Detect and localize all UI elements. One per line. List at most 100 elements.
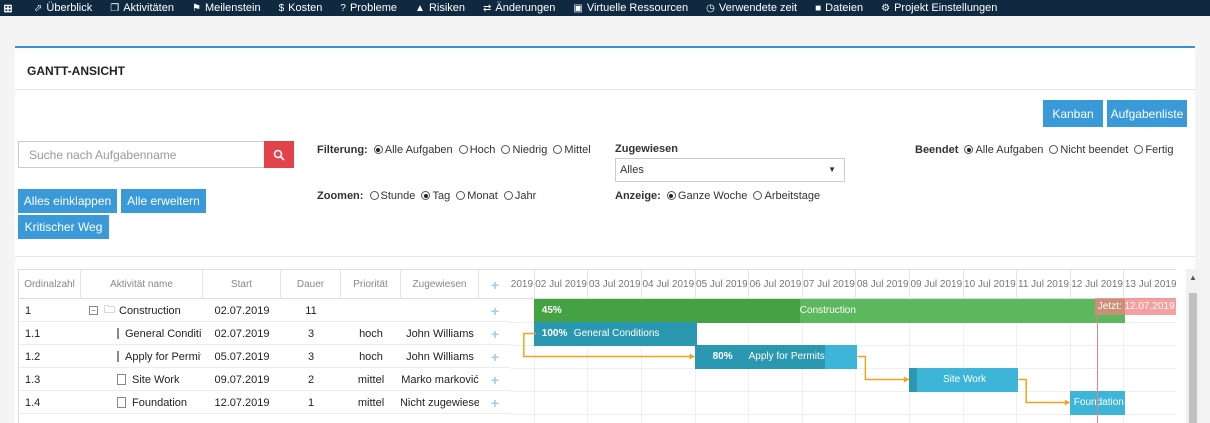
nav-item-problems[interactable]: ? Probleme xyxy=(340,2,397,14)
cell-priority xyxy=(341,299,401,322)
search-button[interactable] xyxy=(264,141,294,168)
add-task-header[interactable]: + xyxy=(479,270,511,299)
nav-item-used-time[interactable]: ◷ Verwendete zeit xyxy=(706,2,797,14)
done-group: Beendet Alle Aufgaben Nicht beendet Fert… xyxy=(915,144,1174,156)
cell-priority: mittel xyxy=(357,396,385,409)
radio-label: Alle Aufgaben xyxy=(975,144,1044,156)
cell-name[interactable]: Foundation xyxy=(117,391,201,414)
table-row[interactable]: 1.4 Foundation 12.07.2019 1 mittel Nicht zuge… xyxy=(19,391,511,414)
link-arrow xyxy=(904,376,909,383)
nav-item-activities[interactable]: ❐ Aktivitäten xyxy=(110,2,174,14)
nav-item-overview[interactable]: ⬀ Überblick xyxy=(34,2,92,14)
zoom-radio-hour[interactable] xyxy=(369,191,379,200)
col-header-number[interactable]: Ordinalzahl xyxy=(19,270,81,299)
filter-radio-all[interactable] xyxy=(373,145,383,154)
filter-group: Filterung: Alle Aufgaben Hoch Niedrig Mi… xyxy=(317,144,591,156)
table-row[interactable]: 1.1 General Conditic 02.07.2019 3 hoch John W… xyxy=(19,322,511,345)
nav-item-files[interactable]: ■ Dateien xyxy=(815,2,863,14)
cell-duration: 11 xyxy=(305,304,317,317)
cell-name[interactable]: Site Work xyxy=(117,368,201,391)
done-radio-all[interactable] xyxy=(964,145,974,154)
radio-label: Hoch xyxy=(469,144,496,156)
zoom-group: Zoomen: Stunde Tag Monat Jahr xyxy=(317,190,536,202)
nav-item-costs[interactable]: $ Kosten xyxy=(279,2,323,14)
zoom-radio-day[interactable] xyxy=(421,191,431,200)
filter-radio-high[interactable] xyxy=(458,145,468,154)
cell-start: 09.07.2019 xyxy=(214,373,270,386)
kanban-button[interactable]: Kanban xyxy=(1043,100,1103,127)
collapse-all-button[interactable]: Alles einklappen xyxy=(18,189,117,213)
zoom-radio-year[interactable] xyxy=(503,191,513,200)
cell-start: 02.07.2019 xyxy=(214,327,270,340)
plus-icon: + xyxy=(490,325,500,342)
cell-start: 05.07.2019 xyxy=(214,350,270,363)
radio-label: Monat xyxy=(467,190,498,202)
divider xyxy=(15,256,1195,257)
cell-name[interactable]: General Conditic xyxy=(117,322,201,345)
table-row[interactable]: 1.3 Site Work 09.07.2019 2 mittel Marko marko… xyxy=(19,368,511,391)
add-subtask-button[interactable]: + xyxy=(479,345,511,368)
folder-icon: 🗀 xyxy=(104,304,115,316)
radio-label: Jahr xyxy=(514,190,537,202)
task-name: Foundation xyxy=(132,396,188,409)
add-subtask-button[interactable]: + xyxy=(479,322,511,345)
col-header-name[interactable]: Aktivität name xyxy=(81,270,203,299)
cell-number: 1.2 xyxy=(25,350,41,363)
nav-item-label: Kosten xyxy=(288,2,323,14)
add-subtask-button[interactable]: + xyxy=(479,299,511,322)
flag-icon: ⚑ xyxy=(191,2,201,14)
nav-item-risks[interactable]: ▲ Risiken xyxy=(415,2,465,14)
add-subtask-button[interactable]: + xyxy=(479,391,511,414)
search-input[interactable]: Suche nach Aufgabenname xyxy=(18,141,264,168)
question-circle-icon: ? xyxy=(340,2,346,14)
zoom-radio-month[interactable] xyxy=(456,191,466,200)
search-icon xyxy=(273,149,285,161)
filter-radio-medium[interactable] xyxy=(553,145,563,154)
expand-all-button[interactable]: Alle erweitern xyxy=(121,189,206,213)
nav-item-project-settings[interactable]: ⚙ Projekt Einstellungen xyxy=(881,2,997,14)
done-radio-not-done[interactable] xyxy=(1049,145,1059,154)
nav-item-milestone[interactable]: ⚑ Meilenstein xyxy=(192,2,261,14)
col-header-start[interactable]: Start xyxy=(203,270,281,299)
cell-name[interactable]: − 🗀 Construction xyxy=(89,299,201,322)
plus-icon: + xyxy=(490,302,500,319)
cell-duration: 1 xyxy=(307,396,315,409)
cell-priority: mittel xyxy=(357,373,385,386)
col-header-assignee[interactable]: Zugewiesen xyxy=(401,270,479,299)
file-icon xyxy=(117,397,126,408)
done-radio-done[interactable] xyxy=(1134,145,1144,154)
add-subtask-button[interactable]: + xyxy=(479,368,511,391)
assigned-select[interactable]: Alles ▼ xyxy=(615,158,845,182)
divider xyxy=(15,89,1195,90)
radio-label: Ganze Woche xyxy=(677,190,748,202)
page-title: GANTT-ANSICHT xyxy=(27,64,125,78)
scroll-up-icon[interactable]: ▲ xyxy=(1189,273,1197,282)
dependency-links xyxy=(523,332,1070,406)
table-row[interactable]: 1 − 🗀 Construction 02.07.2019 11 + xyxy=(19,299,511,322)
cell-name[interactable]: Apply for Permit xyxy=(117,345,201,368)
gears-icon: ⚙ xyxy=(881,2,891,14)
plus-icon: + xyxy=(490,276,500,293)
display-radio-full-week[interactable] xyxy=(666,191,676,200)
nav-item-changes[interactable]: ⇄ Änderungen xyxy=(483,2,555,14)
filter-radio-low[interactable] xyxy=(501,145,511,154)
col-header-priority[interactable]: Priorität xyxy=(341,270,401,299)
col-header-duration[interactable]: Dauer xyxy=(281,270,341,299)
display-radio-workdays[interactable] xyxy=(753,191,763,200)
cell-duration: 2 xyxy=(307,373,315,386)
vertical-scrollbar[interactable]: ▲ xyxy=(1186,269,1200,423)
dependency-link xyxy=(523,332,695,358)
nav-item-virtual-resources[interactable]: ▣ Virtuelle Ressourcen xyxy=(573,2,688,14)
table-row[interactable]: 1.2 Apply for Permit 05.07.2019 3 hoch John W… xyxy=(19,345,511,368)
plus-icon: + xyxy=(490,394,500,411)
link-arrow xyxy=(689,353,695,360)
scrollbar-thumb[interactable] xyxy=(1189,293,1197,423)
dependency-link xyxy=(1018,378,1070,404)
collapse-toggle-icon[interactable]: − xyxy=(89,306,98,315)
cell-assignee: Marko marković xyxy=(401,373,479,386)
critical-path-button[interactable]: Kritischer Weg xyxy=(18,215,109,239)
task-list-button[interactable]: Aufgabenliste xyxy=(1107,100,1187,127)
radio-label: Alle Aufgaben xyxy=(384,144,453,156)
plus-square-icon[interactable]: ⊞ xyxy=(0,2,16,15)
cell-start: 12.07.2019 xyxy=(214,396,270,409)
